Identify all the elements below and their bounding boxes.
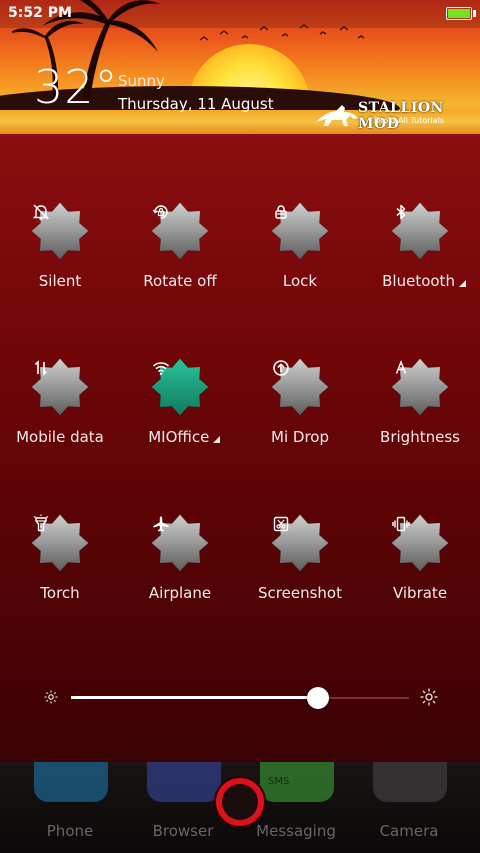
toggle-tile-shape xyxy=(391,202,449,260)
horse-logo-icon xyxy=(222,784,258,820)
bell-off-icon xyxy=(32,204,50,220)
brightness-low-icon xyxy=(44,690,58,704)
dock-app-camera[interactable]: Camera xyxy=(339,762,459,853)
toggle-tile-shape xyxy=(151,514,209,572)
toggle-tile-shape xyxy=(271,202,329,260)
horse-logo-icon xyxy=(316,105,358,126)
corner-caret-icon xyxy=(213,436,221,443)
brightness-slider[interactable] xyxy=(40,684,440,712)
lock-icon xyxy=(275,205,287,219)
toggle-label: Silent xyxy=(38,272,82,290)
camera-icon xyxy=(373,762,447,802)
notification-header: 5:52 PM 32° Sunny Thursday, 11 August ST… xyxy=(0,0,480,134)
messaging-icon: SMS xyxy=(260,762,334,802)
watermark-logo: STALLION MOD Droid All Tutorials xyxy=(314,100,474,132)
weather-date: Thursday, 11 August xyxy=(118,95,274,113)
screenshot-icon xyxy=(273,516,289,532)
brightness-thumb[interactable] xyxy=(306,687,329,709)
toggle-brightness[interactable]: Brightness xyxy=(360,358,480,478)
mobile-data-icon xyxy=(34,360,48,376)
airplane-icon xyxy=(153,516,169,532)
weather-temperature[interactable]: 32° xyxy=(34,60,119,114)
toggle-label: Brightness xyxy=(380,428,460,446)
stallion-mod-badge xyxy=(214,776,266,828)
mi-drop-icon xyxy=(273,360,289,376)
browser-icon xyxy=(147,762,221,802)
vibrate-icon xyxy=(392,516,410,532)
status-time: 5:52 PM xyxy=(8,5,72,21)
toggle-label: Airplane xyxy=(148,584,212,602)
toggle-tile-shape xyxy=(271,358,329,416)
toggle-label: Torch xyxy=(40,584,80,602)
toggle-tile-shape xyxy=(391,358,449,416)
toggle-label: Lock xyxy=(282,272,318,290)
toggle-mobile-data[interactable]: Mobile data xyxy=(0,358,120,478)
battery-full-icon xyxy=(446,7,472,20)
toggle-mioffice[interactable]: MIOffice xyxy=(120,358,240,478)
toggle-label: MIOffice xyxy=(148,428,210,446)
bluetooth-icon xyxy=(396,204,406,220)
toggle-bluetooth[interactable]: Bluetooth xyxy=(360,202,480,322)
toggle-label: Screenshot xyxy=(258,584,342,602)
toggle-torch[interactable]: Torch xyxy=(0,514,120,634)
toggle-label: Mi Drop xyxy=(271,428,329,446)
toggle-rotate-off[interactable]: Rotate off xyxy=(120,202,240,322)
toggle-lock[interactable]: Lock xyxy=(240,202,360,322)
toggle-vibrate[interactable]: Vibrate xyxy=(360,514,480,634)
battery-tip xyxy=(473,10,476,17)
toggle-label: Vibrate xyxy=(392,584,448,602)
toggle-label: Bluetooth xyxy=(382,272,455,290)
rotate-lock-icon xyxy=(152,205,168,219)
toggle-silent[interactable]: Silent xyxy=(0,202,120,322)
auto-brightness-icon xyxy=(395,359,407,374)
status-bar: 5:52 PM xyxy=(0,0,480,28)
weather-condition: Sunny xyxy=(118,72,165,90)
wifi-icon xyxy=(152,362,170,375)
toggle-mi-drop[interactable]: Mi Drop xyxy=(240,358,360,478)
toggle-airplane[interactable]: Airplane xyxy=(120,514,240,634)
dock-app-phone[interactable]: Phone xyxy=(0,762,120,853)
toggle-tile-shape xyxy=(391,514,449,572)
toggle-tile-shape xyxy=(31,202,89,260)
corner-caret-icon xyxy=(458,280,466,287)
brightness-high-icon xyxy=(420,688,438,706)
dock-label: Camera xyxy=(379,822,439,840)
quick-settings-panel: Silent Rotate off Lock Bluetooth Mobile data… xyxy=(0,134,480,762)
toggle-label: Mobile data xyxy=(16,428,104,446)
brightness-track-fill xyxy=(71,696,318,699)
toggle-tile-shape xyxy=(151,202,209,260)
toggle-tile-shape xyxy=(271,514,329,572)
toggle-label: Rotate off xyxy=(143,272,217,290)
phone-icon xyxy=(34,762,108,802)
toggle-tile-shape xyxy=(31,514,89,572)
toggle-tile-shape xyxy=(151,358,209,416)
watermark-subtitle: Droid All Tutorials xyxy=(374,116,445,125)
sms-label: SMS xyxy=(268,776,290,787)
torch-icon xyxy=(33,514,49,532)
toggle-screenshot[interactable]: Screenshot xyxy=(240,514,360,634)
toggle-tile-shape xyxy=(31,358,89,416)
